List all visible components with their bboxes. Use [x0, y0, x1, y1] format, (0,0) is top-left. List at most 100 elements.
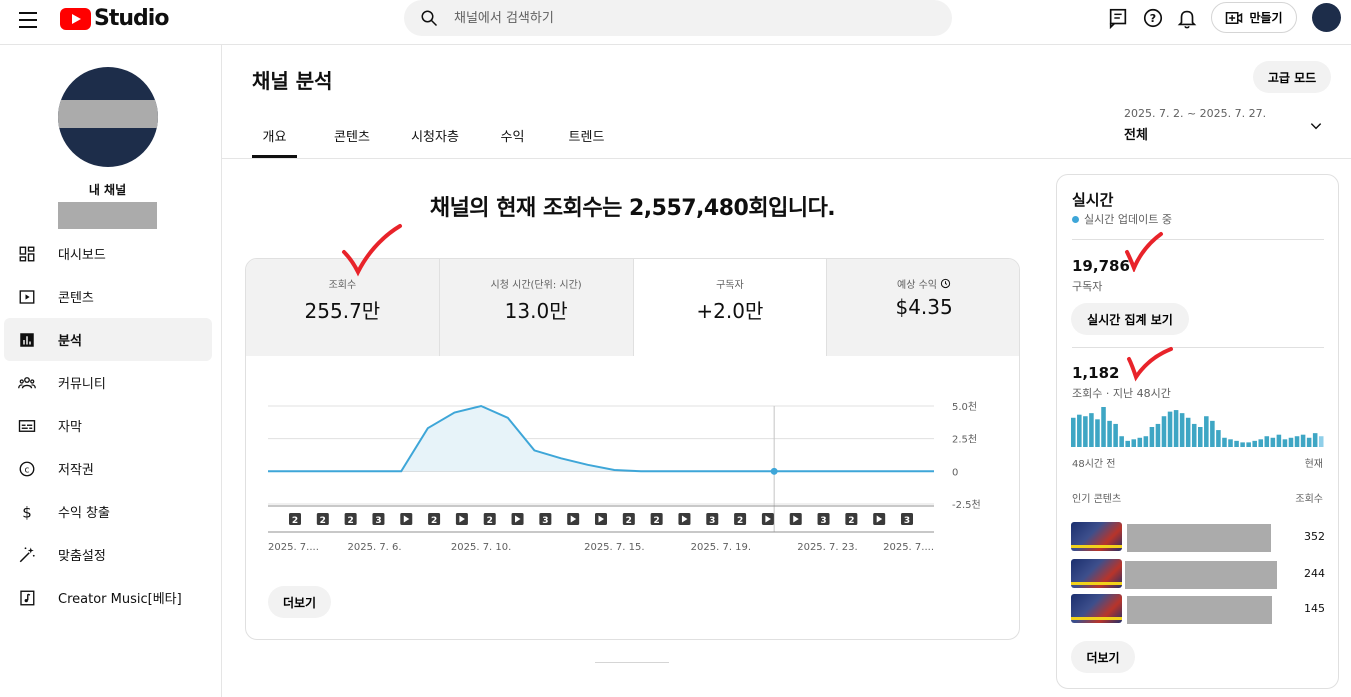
see-more-button[interactable]: 더보기 — [268, 586, 331, 618]
studio-logo[interactable]: Studio — [60, 6, 169, 31]
search-bar[interactable] — [404, 0, 952, 36]
tabs-divider — [222, 158, 1351, 159]
sidebar-item-analytics[interactable]: 분석 — [4, 318, 212, 361]
realtime-bar — [1294, 436, 1300, 447]
sidebar-item-content[interactable]: 콘텐츠 — [4, 275, 212, 318]
realtime-bar — [1077, 414, 1082, 447]
date-scope[interactable]: 전체 — [1124, 124, 1148, 143]
upload-count-label: 2 — [320, 516, 326, 526]
sidebar-item-subtitles[interactable]: 자막 — [4, 404, 212, 447]
top-content-item[interactable]: 145 — [1071, 594, 1325, 624]
upload-count-label: 2 — [348, 516, 354, 526]
tab-audience[interactable]: 시청자층 — [407, 117, 463, 158]
metric-value: +2.0만 — [696, 299, 764, 323]
create-button[interactable]: 만들기 — [1211, 2, 1297, 33]
metric-label: 조회수 — [328, 280, 357, 291]
analytics-tabs: 개요 콘텐츠 시청자층 수익 트렌드 — [252, 117, 611, 158]
top-content-item[interactable]: 244 — [1071, 559, 1325, 589]
realtime-bar — [1101, 407, 1106, 447]
video-views: 244 — [1304, 567, 1325, 580]
top-content-item[interactable]: 352 — [1071, 522, 1325, 552]
video-title-redacted — [1125, 561, 1277, 589]
tab-overview[interactable]: 개요 — [252, 117, 297, 158]
realtime-see-more-button[interactable]: 더보기 — [1071, 641, 1135, 673]
video-thumbnail — [1071, 559, 1122, 588]
realtime-bar — [1137, 437, 1143, 447]
sidebar-item-creator-music[interactable]: Creator Music[베타] — [4, 576, 212, 619]
realtime-bar — [1270, 437, 1276, 447]
date-range[interactable]: 2025. 7. 2. ~ 2025. 7. 27. — [1124, 107, 1266, 120]
tab-content[interactable]: 콘텐츠 — [297, 117, 407, 158]
realtime-count-button[interactable]: 실시간 집계 보기 — [1071, 303, 1189, 335]
dollar-icon: $ — [17, 502, 37, 522]
realtime-panel: 실시간 실시간 업데이트 중 19,786 구독자 실시간 집계 보기 1,18… — [1056, 174, 1339, 689]
x-tick-label: 2025. 7. 6. — [348, 542, 402, 553]
realtime-bar — [1216, 430, 1221, 447]
sidebar-item-label: 커뮤니티 — [58, 377, 106, 392]
realtime-bar — [1113, 423, 1118, 447]
top-content-label: 인기 콘텐츠 — [1072, 494, 1122, 505]
chevron-down-icon[interactable] — [1309, 119, 1323, 133]
red-checkmark-icon — [342, 224, 402, 277]
search-icon — [421, 10, 438, 27]
tab-revenue[interactable]: 수익 — [463, 117, 562, 158]
realtime-bar — [1191, 423, 1197, 447]
sidebar-item-community[interactable]: 커뮤니티 — [4, 361, 212, 404]
svg-text:?: ? — [1150, 12, 1156, 25]
realtime-bar — [1312, 433, 1318, 447]
realtime-bar-chart[interactable] — [1071, 405, 1325, 447]
notifications-bell-icon[interactable] — [1176, 7, 1198, 29]
video-title-redacted — [1127, 524, 1271, 552]
content-icon — [17, 287, 37, 307]
data-point — [770, 467, 778, 475]
divider — [1072, 239, 1324, 240]
sidebar-item-label: 자막 — [58, 420, 82, 435]
clock-icon — [941, 278, 951, 289]
realtime-axis-start: 48시간 전 — [1072, 459, 1116, 470]
realtime-bar — [1300, 434, 1306, 447]
search-input[interactable] — [454, 0, 934, 36]
sidebar-item-monetization[interactable]: $ 수익 창출 — [4, 490, 212, 533]
account-avatar[interactable] — [1312, 3, 1341, 32]
metric-watch-time[interactable]: 시청 시간(단위: 시간) 13.0만 — [439, 259, 634, 356]
realtime-bar — [1095, 419, 1100, 447]
metric-value: $4.35 — [895, 295, 953, 319]
x-tick-label: 2025. 7.... — [883, 542, 934, 553]
realtime-bar — [1071, 417, 1076, 447]
realtime-bar — [1131, 439, 1137, 447]
video-views: 352 — [1304, 530, 1325, 543]
y-tick-label: -2.5천 — [952, 499, 981, 511]
sidebar-item-customization[interactable]: 맞춤설정 — [4, 533, 212, 576]
feedback-icon[interactable] — [1107, 7, 1129, 29]
upload-count-label: 2 — [431, 516, 437, 526]
upload-count-label: 3 — [375, 516, 381, 526]
headline-prefix: 채널의 현재 조회수는 — [429, 196, 629, 221]
metric-subscribers[interactable]: 구독자 +2.0만 — [633, 259, 828, 356]
copyright-icon: c — [17, 459, 37, 479]
sidebar-item-copyright[interactable]: c 저작권 — [4, 447, 212, 490]
metric-revenue[interactable]: 예상 수익 $4.35 — [827, 259, 1019, 356]
headline-suffix: 회입니다. — [748, 196, 836, 221]
sidebar-item-dashboard[interactable]: 대시보드 — [4, 232, 212, 275]
create-video-icon — [1226, 11, 1243, 24]
hamburger-menu-icon[interactable] — [16, 8, 40, 32]
upload-count-label: 2 — [848, 516, 854, 526]
sidebar-item-label: 수익 창출 — [58, 506, 110, 521]
realtime-live-indicator: 실시간 업데이트 중 — [1072, 211, 1172, 227]
channel-avatar[interactable] — [58, 67, 158, 167]
live-dot-icon — [1072, 215, 1079, 223]
realtime-bar — [1167, 411, 1173, 447]
advanced-mode-button[interactable]: 고급 모드 — [1253, 61, 1331, 93]
realtime-views: 1,182 — [1072, 364, 1120, 382]
subtitles-icon — [17, 416, 37, 436]
redaction-bar — [58, 100, 158, 128]
y-tick-label: 0 — [952, 467, 958, 478]
help-icon[interactable]: ? — [1142, 7, 1164, 29]
realtime-bar — [1173, 410, 1179, 447]
realtime-bar — [1179, 413, 1185, 447]
tab-trends[interactable]: 트렌드 — [562, 117, 611, 158]
scroll-indicator — [595, 662, 669, 663]
realtime-bar — [1252, 440, 1257, 447]
realtime-bar — [1246, 442, 1251, 447]
subscribers-chart[interactable]: 5.0천 2.5천 0 -2.5천 2 2 2 3 2 2 3 2 2 3 2 3 2 3 2025. 7.... 2… — [246, 356, 1020, 566]
